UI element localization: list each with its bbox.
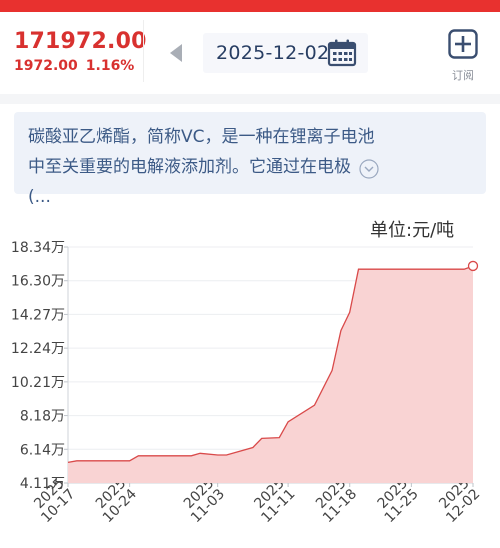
status-bar [0, 0, 500, 12]
price-header: 171972.00 1972.00 1.16% 2025-12-02 订阅 [0, 12, 500, 94]
y-tick-label: 16.30万 [11, 274, 65, 290]
add-icon [448, 29, 478, 59]
series-area [68, 266, 473, 483]
subscribe-button[interactable]: 订阅 [446, 29, 480, 89]
date-picker[interactable]: 2025-12-02 [203, 33, 368, 73]
change-value: 1972.00 [14, 58, 78, 74]
subscribe-label: 订阅 [452, 69, 474, 82]
change-percent: 1.16% [85, 58, 135, 74]
description-text: 碳酸亚乙烯酯，简称VC，是一种在锂离子电池中至关重要的电解液添加剂。它通过在电极… [28, 127, 375, 207]
y-tick-label: 14.27万 [11, 307, 65, 323]
price-chart: 单位:元/吨 18.34万 16.30万 14.27万 12.24万 10.21万 8.1… [0, 204, 500, 548]
chart-svg: 18.34万 16.30万 14.27万 12.24万 10.21万 8.18万 6.14万… [11, 240, 483, 526]
selected-date: 2025-12-02 [216, 42, 330, 64]
previous-date-button[interactable] [165, 42, 187, 64]
expand-chevron-icon[interactable] [359, 159, 379, 179]
y-tick-label: 6.14万 [20, 442, 65, 458]
last-data-point [467, 260, 479, 272]
y-tick-label: 12.24万 [11, 341, 65, 357]
price-change: 1972.00 1.16% [14, 58, 142, 74]
chevron-left-icon [170, 44, 182, 62]
y-tick-label: 8.18万 [20, 409, 65, 425]
y-tick-label: 18.34万 [11, 240, 65, 256]
y-tick-label: 10.21万 [11, 375, 65, 391]
product-description[interactable]: 碳酸亚乙烯酯，简称VC，是一种在锂离子电池中至关重要的电解液添加剂。它通过在电极… [14, 112, 486, 207]
current-price: 171972.00 [14, 29, 147, 54]
calendar-icon[interactable] [327, 39, 357, 67]
divider [143, 20, 144, 82]
section-separator [0, 94, 500, 104]
